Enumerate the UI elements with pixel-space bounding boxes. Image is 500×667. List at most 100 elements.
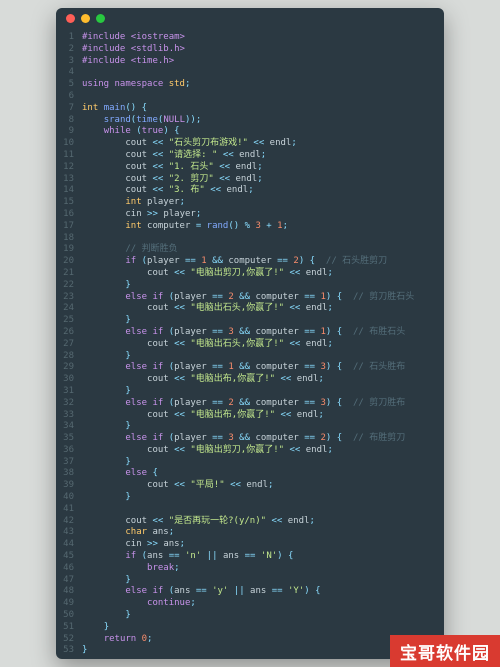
code-content: }: [82, 421, 444, 433]
code-line: 2#include <stdlib.h>: [56, 44, 444, 56]
code-line: 51 }: [56, 622, 444, 634]
maximize-dot-icon[interactable]: [96, 14, 105, 23]
line-number: 13: [56, 174, 82, 186]
code-content: while (true) {: [82, 126, 444, 138]
code-line: 42 cout << "是否再玩一轮?(y/n)" << endl;: [56, 516, 444, 528]
code-content: [82, 91, 444, 103]
code-line: 45 if (ans == 'n' || ans == 'N') {: [56, 551, 444, 563]
line-number: 21: [56, 268, 82, 280]
code-line: 35 else if (player == 3 && computer == 2…: [56, 433, 444, 445]
line-number: 24: [56, 303, 82, 315]
code-content: int computer = rand() % 3 + 1;: [82, 221, 444, 233]
code-content: }: [82, 315, 444, 327]
code-line: 1#include <iostream>: [56, 32, 444, 44]
code-content: }: [82, 386, 444, 398]
code-line: 34 }: [56, 421, 444, 433]
line-number: 17: [56, 221, 82, 233]
code-line: 22 }: [56, 280, 444, 292]
code-line: 18: [56, 233, 444, 245]
line-number: 32: [56, 398, 82, 410]
code-content: else {: [82, 468, 444, 480]
line-number: 19: [56, 244, 82, 256]
code-content: cout << "3. 布" << endl;: [82, 185, 444, 197]
code-line: 52 return 0;: [56, 634, 444, 646]
code-content: cin >> ans;: [82, 539, 444, 551]
line-number: 10: [56, 138, 82, 150]
code-content: cout << "石头剪刀布游戏!" << endl;: [82, 138, 444, 150]
line-number: 41: [56, 504, 82, 516]
line-number: 15: [56, 197, 82, 209]
code-content: }: [82, 280, 444, 292]
close-dot-icon[interactable]: [66, 14, 75, 23]
line-number: 34: [56, 421, 82, 433]
code-content: cout << "1. 石头" << endl;: [82, 162, 444, 174]
code-content: cout << "平局!" << endl;: [82, 480, 444, 492]
line-number: 23: [56, 292, 82, 304]
line-number: 11: [56, 150, 82, 162]
line-number: 50: [56, 610, 82, 622]
code-line: 43 char ans;: [56, 527, 444, 539]
code-content: cout << "电脑出剪刀,你赢了!" << endl;: [82, 268, 444, 280]
code-line: 16 cin >> player;: [56, 209, 444, 221]
code-content: }: [82, 622, 444, 634]
code-line: 25 }: [56, 315, 444, 327]
code-content: continue;: [82, 598, 444, 610]
code-line: 19 // 判断胜负: [56, 244, 444, 256]
code-line: 53}: [56, 645, 444, 657]
code-content: [82, 504, 444, 516]
code-content: cout << "电脑出剪刀,你赢了!" << endl;: [82, 445, 444, 457]
code-line: 41: [56, 504, 444, 516]
line-number: 31: [56, 386, 82, 398]
line-number: 51: [56, 622, 82, 634]
line-number: 45: [56, 551, 82, 563]
line-number: 37: [56, 457, 82, 469]
code-content: }: [82, 351, 444, 363]
code-content: else if (player == 3 && computer == 1) {…: [82, 327, 444, 339]
line-number: 25: [56, 315, 82, 327]
line-number: 38: [56, 468, 82, 480]
code-line: 10 cout << "石头剪刀布游戏!" << endl;: [56, 138, 444, 150]
code-line: 6: [56, 91, 444, 103]
code-content: cout << "请选择: " << endl;: [82, 150, 444, 162]
line-number: 26: [56, 327, 82, 339]
line-number: 22: [56, 280, 82, 292]
code-line: 21 cout << "电脑出剪刀,你赢了!" << endl;: [56, 268, 444, 280]
code-content: cin >> player;: [82, 209, 444, 221]
code-content: srand(time(NULL));: [82, 115, 444, 127]
minimize-dot-icon[interactable]: [81, 14, 90, 23]
line-number: 30: [56, 374, 82, 386]
code-content: else if (player == 3 && computer == 2) {…: [82, 433, 444, 445]
code-line: 3#include <time.h>: [56, 56, 444, 68]
line-number: 5: [56, 79, 82, 91]
code-content: // 判断胜负: [82, 244, 444, 256]
code-line: 48 else if (ans == 'y' || ans == 'Y') {: [56, 586, 444, 598]
line-number: 35: [56, 433, 82, 445]
code-line: 40 }: [56, 492, 444, 504]
code-content: [82, 67, 444, 79]
line-number: 14: [56, 185, 82, 197]
code-line: 50 }: [56, 610, 444, 622]
line-number: 7: [56, 103, 82, 115]
code-content: char ans;: [82, 527, 444, 539]
code-line: 38 else {: [56, 468, 444, 480]
code-content: cout << "电脑出布,你赢了!" << endl;: [82, 374, 444, 386]
code-content: [82, 233, 444, 245]
code-content: else if (ans == 'y' || ans == 'Y') {: [82, 586, 444, 598]
line-number: 40: [56, 492, 82, 504]
code-line: 15 int player;: [56, 197, 444, 209]
code-content: else if (player == 2 && computer == 1) {…: [82, 292, 444, 304]
code-line: 32 else if (player == 2 && computer == 3…: [56, 398, 444, 410]
line-number: 3: [56, 56, 82, 68]
code-line: 12 cout << "1. 石头" << endl;: [56, 162, 444, 174]
code-content: #include <iostream>: [82, 32, 444, 44]
line-number: 53: [56, 645, 82, 657]
line-number: 36: [56, 445, 82, 457]
line-number: 43: [56, 527, 82, 539]
code-line: 9 while (true) {: [56, 126, 444, 138]
code-content: if (player == 1 && computer == 2) { // 石…: [82, 256, 444, 268]
code-line: 36 cout << "电脑出剪刀,你赢了!" << endl;: [56, 445, 444, 457]
code-content: cout << "电脑出石头,你赢了!" << endl;: [82, 303, 444, 315]
code-content: using namespace std;: [82, 79, 444, 91]
code-line: 27 cout << "电脑出石头,你赢了!" << endl;: [56, 339, 444, 351]
code-line: 5using namespace std;: [56, 79, 444, 91]
